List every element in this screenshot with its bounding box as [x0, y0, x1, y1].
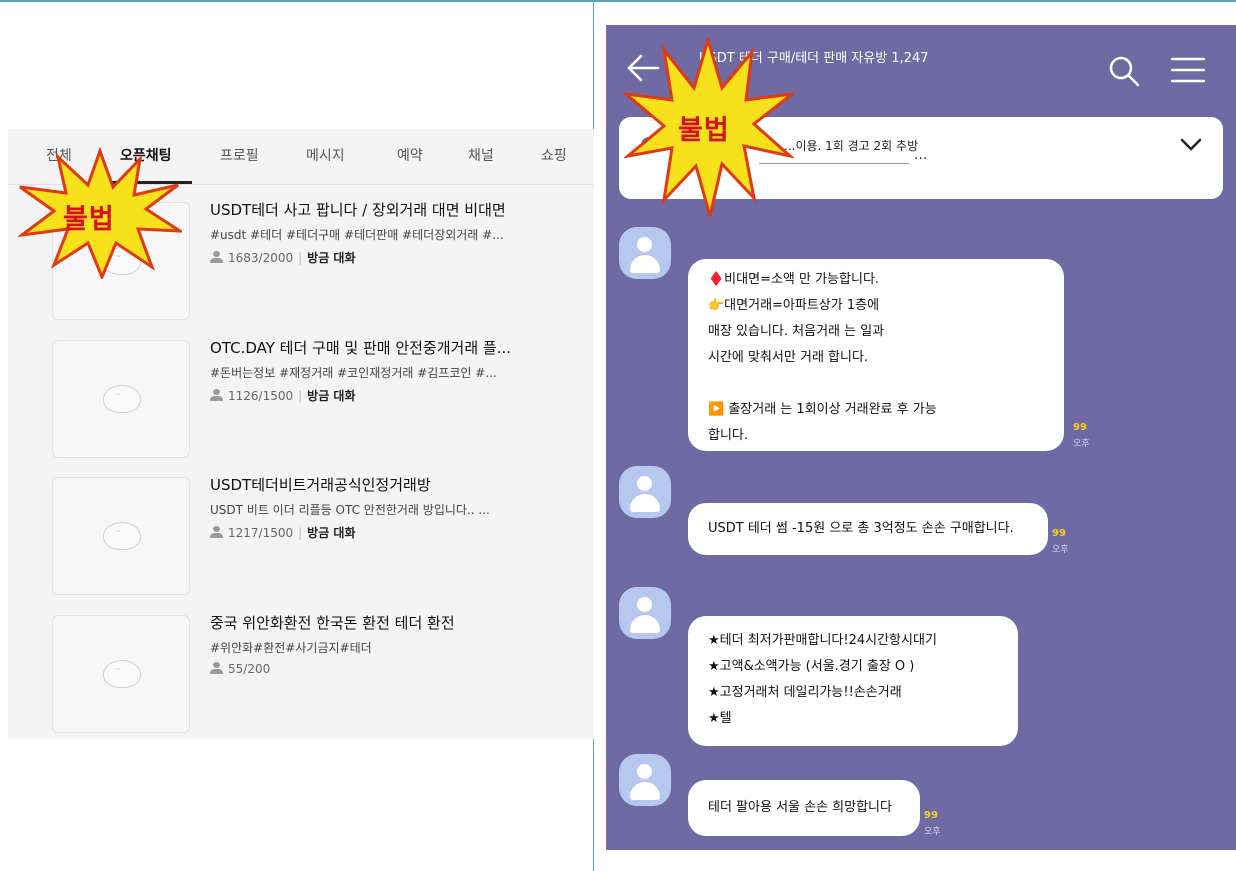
avatar[interactable]	[619, 587, 671, 639]
room-thumbnail	[52, 340, 190, 458]
unread-count: 99	[1052, 528, 1066, 539]
tab-message[interactable]: 메시지	[306, 145, 345, 165]
message-line: 👉대면거래=아파트상가 1층에	[708, 298, 880, 313]
member-count: 1683/2000	[228, 251, 294, 265]
room-meta: 1683/2000 | 방금 대화	[210, 249, 356, 266]
meta-separator: |	[298, 526, 303, 540]
message-bubble: USDT 테더 썸 -15원 으로 총 3억정도 손손 구매합니다.	[688, 503, 1048, 555]
message-bubble: ★테더 최저가판매합니다!24시간항시대기 ★고액&소액가능 (서울.경기 출장…	[688, 616, 1018, 746]
message-line: 시간에 맞춰서만 거래 합니다.	[708, 350, 869, 365]
default-profile-icon	[103, 385, 141, 413]
room-title: USDT테더 사고 팝니다 / 장외거래 대면 비대면	[210, 201, 506, 219]
tab-profile[interactable]: 프로필	[220, 145, 259, 165]
room-tags: #위안화#환전#사기금지#테더	[210, 641, 372, 655]
room-tags: USDT 비트 이더 리플등 OTC 안전한거래 방입니다.. ...	[210, 503, 490, 517]
top-border	[0, 0, 1236, 2]
default-profile-icon	[103, 660, 141, 688]
message-line: USDT 테더 썸 -15원 으로 총 3억정도 손손 구매합니다.	[708, 521, 1014, 536]
list-item[interactable]: 중국 위안화환전 한국돈 환전 테더 환전 #위안화#환전#사기금지#테더 55…	[8, 603, 594, 733]
room-title: USDT테더비트거래공식인정거래방	[210, 476, 431, 494]
notice-text: ...이용. 1회 경고 2회 추방	[784, 139, 919, 153]
message-time: 오후	[1052, 545, 1069, 555]
message-time: 오후	[924, 827, 941, 837]
activity-status: 방금 대화	[307, 251, 356, 265]
message-line: ★테더 최저가판매합니다!24시간항시대기	[708, 633, 937, 648]
person-icon	[210, 251, 223, 263]
illegal-label: 불법	[63, 204, 115, 235]
person-icon	[210, 662, 223, 674]
message-line: ★텔	[708, 711, 732, 726]
room-tags: #돈버는정보 #재정거래 #코인재정거래 #김프코인 #...	[210, 366, 497, 380]
unread-count: 99	[1073, 422, 1087, 433]
avatar[interactable]	[619, 466, 671, 518]
member-count: 1217/1500	[228, 526, 294, 540]
activity-status: 방금 대화	[307, 389, 356, 403]
room-meta: 55/200	[210, 662, 270, 676]
message-time: 오후	[1073, 439, 1090, 449]
message-line: 매장 있습니다. 처음거래 는 일과	[708, 324, 885, 339]
default-profile-icon	[103, 522, 141, 550]
message-line: ★고정거래처 데일리가능!!손손거래	[708, 685, 902, 700]
message-line: ♦️비대면=소액 만 가능합니다.	[708, 272, 880, 287]
chevron-down-icon[interactable]	[1179, 137, 1203, 153]
room-thumbnail	[52, 477, 190, 595]
tab-channel[interactable]: 채널	[468, 145, 494, 165]
meta-separator: |	[298, 389, 303, 403]
room-title: 중국 위안화환전 한국돈 환전 테더 환전	[210, 614, 455, 632]
menu-icon[interactable]	[1171, 57, 1205, 83]
message-bubble: 테더 팔아용 서울 손손 희망합니다	[688, 780, 920, 836]
room-tags: #usdt #테더 #테더구매 #테더판매 #테더장외거래 #...	[210, 228, 504, 242]
member-count: 55/200	[228, 662, 271, 676]
message-line: ★고액&소액가능 (서울.경기 출장 O )	[708, 659, 915, 674]
tab-reservation[interactable]: 예약	[397, 145, 423, 165]
notice-more: ···	[914, 151, 928, 167]
message-line: ▶️ 출장거래 는 1회이상 거래완료 후 가능	[708, 402, 937, 417]
list-item[interactable]: USDT테더비트거래공식인정거래방 USDT 비트 이더 리플등 OTC 안전한…	[8, 465, 594, 595]
member-count: 1126/1500	[228, 389, 294, 403]
message-bubble: ♦️비대면=소액 만 가능합니다. 👉대면거래=아파트상가 1층에 매장 있습니…	[688, 259, 1064, 451]
search-icon[interactable]	[1108, 55, 1140, 87]
meta-separator: |	[298, 251, 303, 265]
message-line	[708, 371, 1044, 397]
person-icon	[210, 389, 223, 401]
avatar[interactable]	[619, 227, 671, 279]
illegal-label: 불법	[678, 115, 730, 146]
avatar[interactable]	[619, 754, 671, 806]
message-line: 합니다.	[708, 428, 749, 443]
room-meta: 1126/1500 | 방금 대화	[210, 387, 356, 404]
tab-shopping[interactable]: 쇼핑	[541, 145, 567, 165]
message-line: 테더 팔아용 서울 손손 희망합니다	[708, 800, 892, 815]
room-thumbnail	[52, 615, 190, 733]
room-meta: 1217/1500 | 방금 대화	[210, 524, 356, 541]
room-title: OTC.DAY 테더 구매 및 판매 안전중개거래 플...	[210, 339, 511, 357]
activity-status: 방금 대화	[307, 526, 356, 540]
list-item[interactable]: OTC.DAY 테더 구매 및 판매 안전중개거래 플... #돈버는정보 #재…	[8, 328, 594, 458]
unread-count: 99	[924, 810, 938, 821]
person-icon	[210, 526, 223, 538]
